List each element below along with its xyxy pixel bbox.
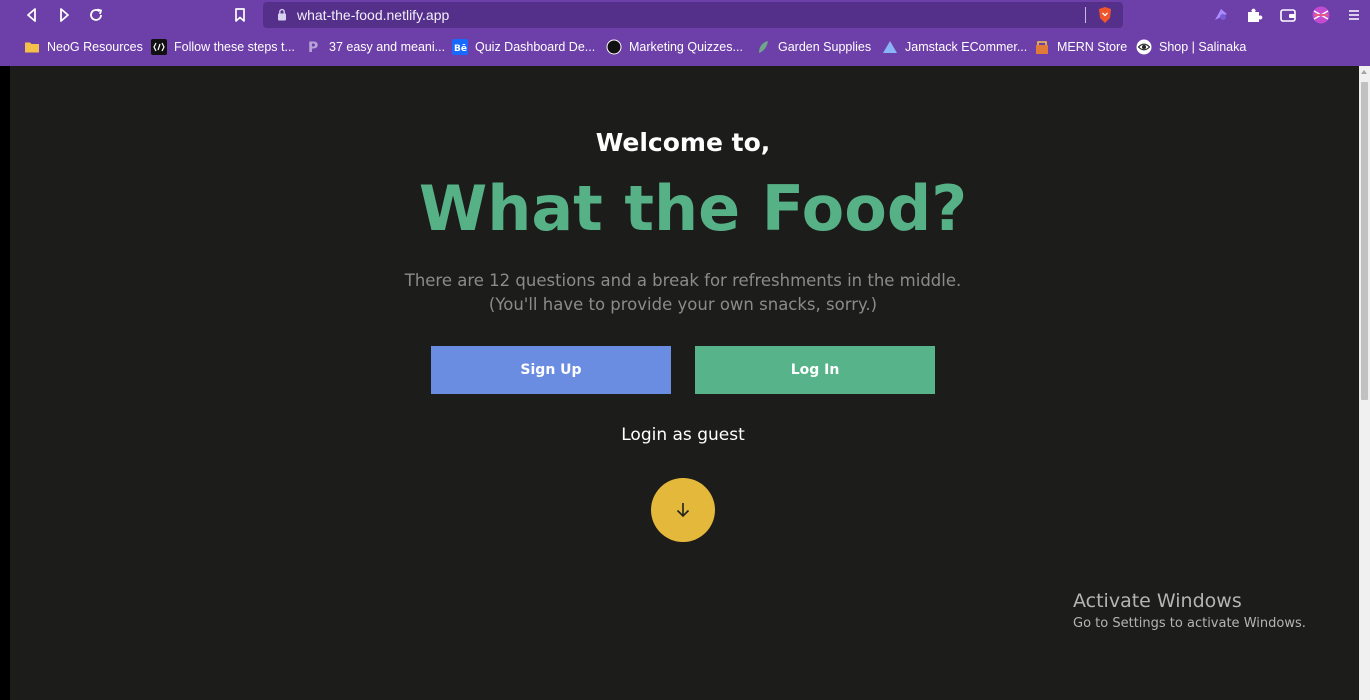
reload-icon bbox=[90, 8, 103, 21]
window-edge bbox=[0, 66, 10, 700]
rewards-icon bbox=[1215, 9, 1227, 20]
browser-toolbar: what-the-food.netlify.app bbox=[0, 0, 1370, 31]
bookmark-button[interactable] bbox=[229, 4, 251, 26]
profile-button[interactable] bbox=[1312, 6, 1330, 24]
menu-button[interactable] bbox=[1345, 6, 1363, 24]
bookmark-jamstack-ecommerce[interactable]: Jamstack ECommer... bbox=[882, 38, 1027, 56]
bookmark-label: Follow these steps t... bbox=[174, 40, 295, 54]
sign-up-button[interactable]: Sign Up bbox=[431, 346, 671, 394]
page-scrollbar[interactable] bbox=[1359, 66, 1370, 700]
hamburger-menu-icon bbox=[1349, 10, 1359, 20]
lock-icon bbox=[278, 8, 286, 21]
pinterest-style-icon: P bbox=[306, 39, 322, 55]
bookmark-label: MERN Store bbox=[1057, 40, 1128, 54]
bookmark-marketing-quizzes[interactable]: Marketing Quizzes... bbox=[606, 38, 743, 56]
page-title: What the Food? bbox=[418, 172, 968, 245]
bookmark-mern-store[interactable]: MERN Store bbox=[1034, 38, 1127, 56]
back-button[interactable] bbox=[21, 4, 43, 26]
url-text: what-the-food.netlify.app bbox=[297, 7, 450, 23]
browser-chrome: what-the-food.netlify.app NeoG Resources… bbox=[0, 0, 1370, 66]
quiz-description: There are 12 questions and a break for r… bbox=[0, 269, 1366, 317]
back-icon bbox=[27, 8, 36, 22]
address-bar[interactable]: what-the-food.netlify.app bbox=[263, 2, 1123, 28]
svg-text:P: P bbox=[308, 40, 318, 55]
bookmark-label: Quiz Dashboard De... bbox=[475, 40, 596, 54]
puzzle-icon bbox=[1248, 8, 1263, 22]
wallet-button[interactable] bbox=[1279, 6, 1297, 24]
description-line-1: There are 12 questions and a break for r… bbox=[404, 271, 962, 290]
bookmark-icon bbox=[235, 8, 245, 22]
forward-button[interactable] bbox=[53, 4, 75, 26]
watermark-subtitle: Go to Settings to activate Windows. bbox=[1073, 616, 1306, 631]
address-divider bbox=[1085, 7, 1086, 23]
bookmark-label: Garden Supplies bbox=[778, 40, 872, 54]
bookmark-quiz-dashboard[interactable]: Bē Quiz Dashboard De... bbox=[452, 38, 595, 56]
store-icon bbox=[1034, 39, 1050, 55]
bookmark-shop-salinaka[interactable]: Shop | Salinaka bbox=[1136, 38, 1246, 56]
reload-button[interactable] bbox=[85, 4, 107, 26]
bookmark-follow-steps[interactable]: Follow these steps t... bbox=[151, 38, 295, 56]
bookmark-37-easy[interactable]: P 37 easy and meani... bbox=[306, 38, 445, 56]
behance-icon: Bē bbox=[452, 39, 468, 55]
folder-icon bbox=[24, 39, 40, 55]
leaf-icon bbox=[755, 39, 771, 55]
avatar bbox=[1312, 6, 1330, 24]
bookmark-label: 37 easy and meani... bbox=[329, 40, 446, 54]
bookmark-label: Shop | Salinaka bbox=[1159, 40, 1247, 54]
description-line-2: (You'll have to provide your own snacks,… bbox=[488, 295, 878, 314]
extensions-button[interactable] bbox=[1245, 6, 1263, 24]
arrow-down-icon bbox=[676, 503, 690, 518]
bookmark-label: NeoG Resources bbox=[47, 40, 143, 54]
activate-windows-watermark: Activate Windows Go to Settings to activ… bbox=[1073, 590, 1306, 631]
brave-shield-icon[interactable] bbox=[1097, 6, 1113, 24]
watermark-title: Activate Windows bbox=[1073, 590, 1242, 612]
rewards-button[interactable] bbox=[1212, 6, 1230, 24]
scroll-down-button[interactable] bbox=[651, 478, 715, 542]
site-favicon-icon bbox=[151, 39, 167, 55]
triangle-icon bbox=[882, 39, 898, 55]
circle-favicon-icon bbox=[606, 39, 622, 55]
login-as-guest-link[interactable]: Login as guest bbox=[0, 425, 1366, 445]
log-in-button[interactable]: Log In bbox=[695, 346, 935, 394]
wallet-icon bbox=[1280, 9, 1296, 22]
bookmark-label: Marketing Quizzes... bbox=[629, 40, 743, 54]
welcome-heading: Welcome to, bbox=[595, 128, 771, 157]
bookmark-neog-resources[interactable]: NeoG Resources bbox=[24, 38, 143, 56]
bookmark-garden-supplies[interactable]: Garden Supplies bbox=[755, 38, 871, 56]
bookmarks-bar: NeoG Resources Follow these steps t... P… bbox=[10, 31, 1370, 65]
scroll-up-arrow-icon[interactable] bbox=[1361, 70, 1367, 74]
forward-icon bbox=[60, 8, 69, 22]
svg-text:Bē: Bē bbox=[454, 44, 467, 54]
eye-icon bbox=[1136, 39, 1152, 55]
bookmark-label: Jamstack ECommer... bbox=[905, 40, 1028, 54]
